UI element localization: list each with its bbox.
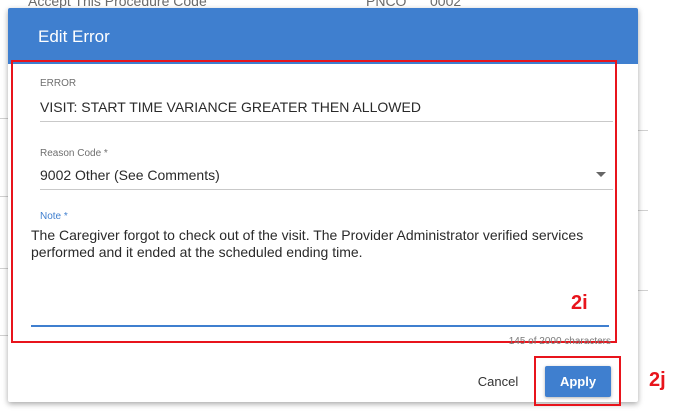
background-divider bbox=[638, 290, 648, 291]
note-label: Note * bbox=[40, 211, 68, 222]
dialog-title: Edit Error bbox=[38, 27, 110, 46]
chevron-down-icon[interactable] bbox=[596, 172, 606, 177]
error-value: VISIT: START TIME VARIANCE GREATER THEN … bbox=[40, 99, 421, 115]
annotation-label-2j: 2j bbox=[649, 369, 666, 391]
note-textarea[interactable]: The Caregiver forgot to check out of the… bbox=[31, 227, 611, 261]
background-header-text: Accept This Procedure Code bbox=[28, 0, 207, 9]
annotation-label-2i: 2i bbox=[571, 292, 588, 314]
reason-code-label: Reason Code * bbox=[40, 148, 108, 159]
background-divider bbox=[0, 196, 8, 197]
cancel-button[interactable]: Cancel bbox=[467, 368, 529, 396]
character-count: 145 of 2000 characters bbox=[508, 336, 611, 347]
reason-code-underline bbox=[40, 189, 613, 190]
apply-button[interactable]: Apply bbox=[545, 366, 611, 397]
background-divider bbox=[638, 130, 648, 131]
background-divider bbox=[638, 210, 648, 211]
dialog-header: Edit Error bbox=[8, 8, 638, 64]
reason-code-select[interactable]: 9002 Other (See Comments) bbox=[40, 167, 220, 183]
error-label: ERROR bbox=[40, 78, 77, 89]
background-header-text: PNCO bbox=[366, 0, 407, 9]
background-divider bbox=[0, 118, 8, 119]
background-header-text: 0002 bbox=[430, 0, 462, 9]
background-divider bbox=[0, 335, 8, 336]
error-underline bbox=[40, 121, 613, 122]
note-underline bbox=[31, 325, 609, 327]
background-divider bbox=[0, 268, 8, 269]
